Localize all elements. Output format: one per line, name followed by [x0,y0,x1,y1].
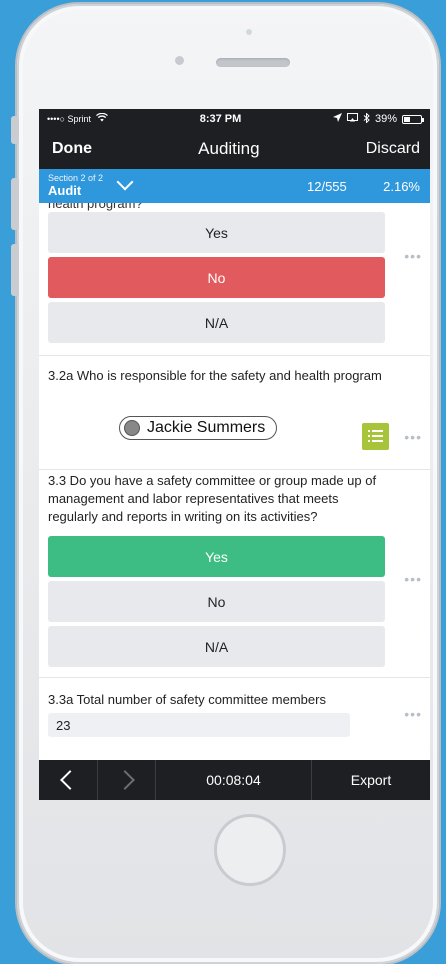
bottom-toolbar: 00:08:04 Export [39,760,430,800]
question-list[interactable]: health program? Yes No N/A ••• 3.2a Who … [39,203,430,760]
number-input[interactable]: 23 [48,713,350,737]
proximity-sensor [246,29,252,35]
volume-down-button[interactable] [11,244,19,296]
divider [39,469,430,470]
option-na[interactable]: N/A [48,302,385,343]
battery-icon [401,114,424,124]
section-position: Section 2 of 2 [48,172,104,183]
carrier-signal: ••••○ Sprint [47,114,92,124]
more-options-icon[interactable]: ••• [404,248,422,264]
option-no-selected[interactable]: No [48,257,385,298]
more-options-icon[interactable]: ••• [404,429,422,445]
nav-title: Auditing [198,139,260,158]
more-options-icon[interactable]: ••• [404,706,422,722]
option-na[interactable]: N/A [48,626,385,667]
earpiece-speaker [216,58,290,67]
status-time: 8:37 PM [199,113,242,125]
option-yes-selected[interactable]: Yes [48,536,385,577]
assignee-name: Jackie Summers [147,419,266,436]
previous-button[interactable] [39,760,98,800]
battery-percent: 39% [374,113,397,125]
chevron-down-icon[interactable] [116,173,134,191]
wifi-icon [96,112,109,125]
bluetooth-icon [363,111,370,126]
location-arrow-icon [332,113,342,125]
app-screen: ••••○ Sprint 8:37 PM 39% Done Auditing D… [39,109,430,800]
more-options-icon[interactable]: ••• [404,571,422,587]
option-yes[interactable]: Yes [48,212,385,253]
nav-bar: Done Auditing Discard [39,129,430,169]
discard-button[interactable]: Discard [366,140,420,158]
divider [39,677,430,678]
radio-dot-icon [124,420,140,436]
section-selector[interactable]: Section 2 of 2 Audit 12/555 2.16% [39,169,430,203]
done-button[interactable]: Done [52,140,92,158]
chevron-right-icon [114,770,135,790]
question-3-3a-text: 3.3a Total number of safety committee me… [48,692,326,707]
chevron-left-icon [60,770,80,790]
volume-up-button[interactable] [11,178,19,230]
option-no[interactable]: No [48,581,385,622]
next-button[interactable] [98,760,156,800]
front-camera [175,56,184,65]
status-bar: ••••○ Sprint 8:37 PM 39% [39,109,430,129]
home-button[interactable] [214,814,286,886]
progress-percent: 2.16% [383,178,420,194]
export-button[interactable]: Export [312,760,430,800]
section-name: Audit [48,182,82,198]
progress-count: 12/555 [307,178,347,194]
audit-timer: 00:08:04 [156,760,312,800]
mute-switch[interactable] [11,116,19,144]
assignee-chip[interactable]: Jackie Summers [119,416,277,440]
divider [39,355,430,356]
previous-question-text: health program? [48,203,143,211]
question-3-3-text: 3.3 Do you have a safety committee or gr… [48,473,377,524]
screen-mirroring-icon [346,113,358,125]
question-3-2a-text: 3.2a Who is responsible for the safety a… [48,368,382,383]
list-icon[interactable] [362,423,389,450]
